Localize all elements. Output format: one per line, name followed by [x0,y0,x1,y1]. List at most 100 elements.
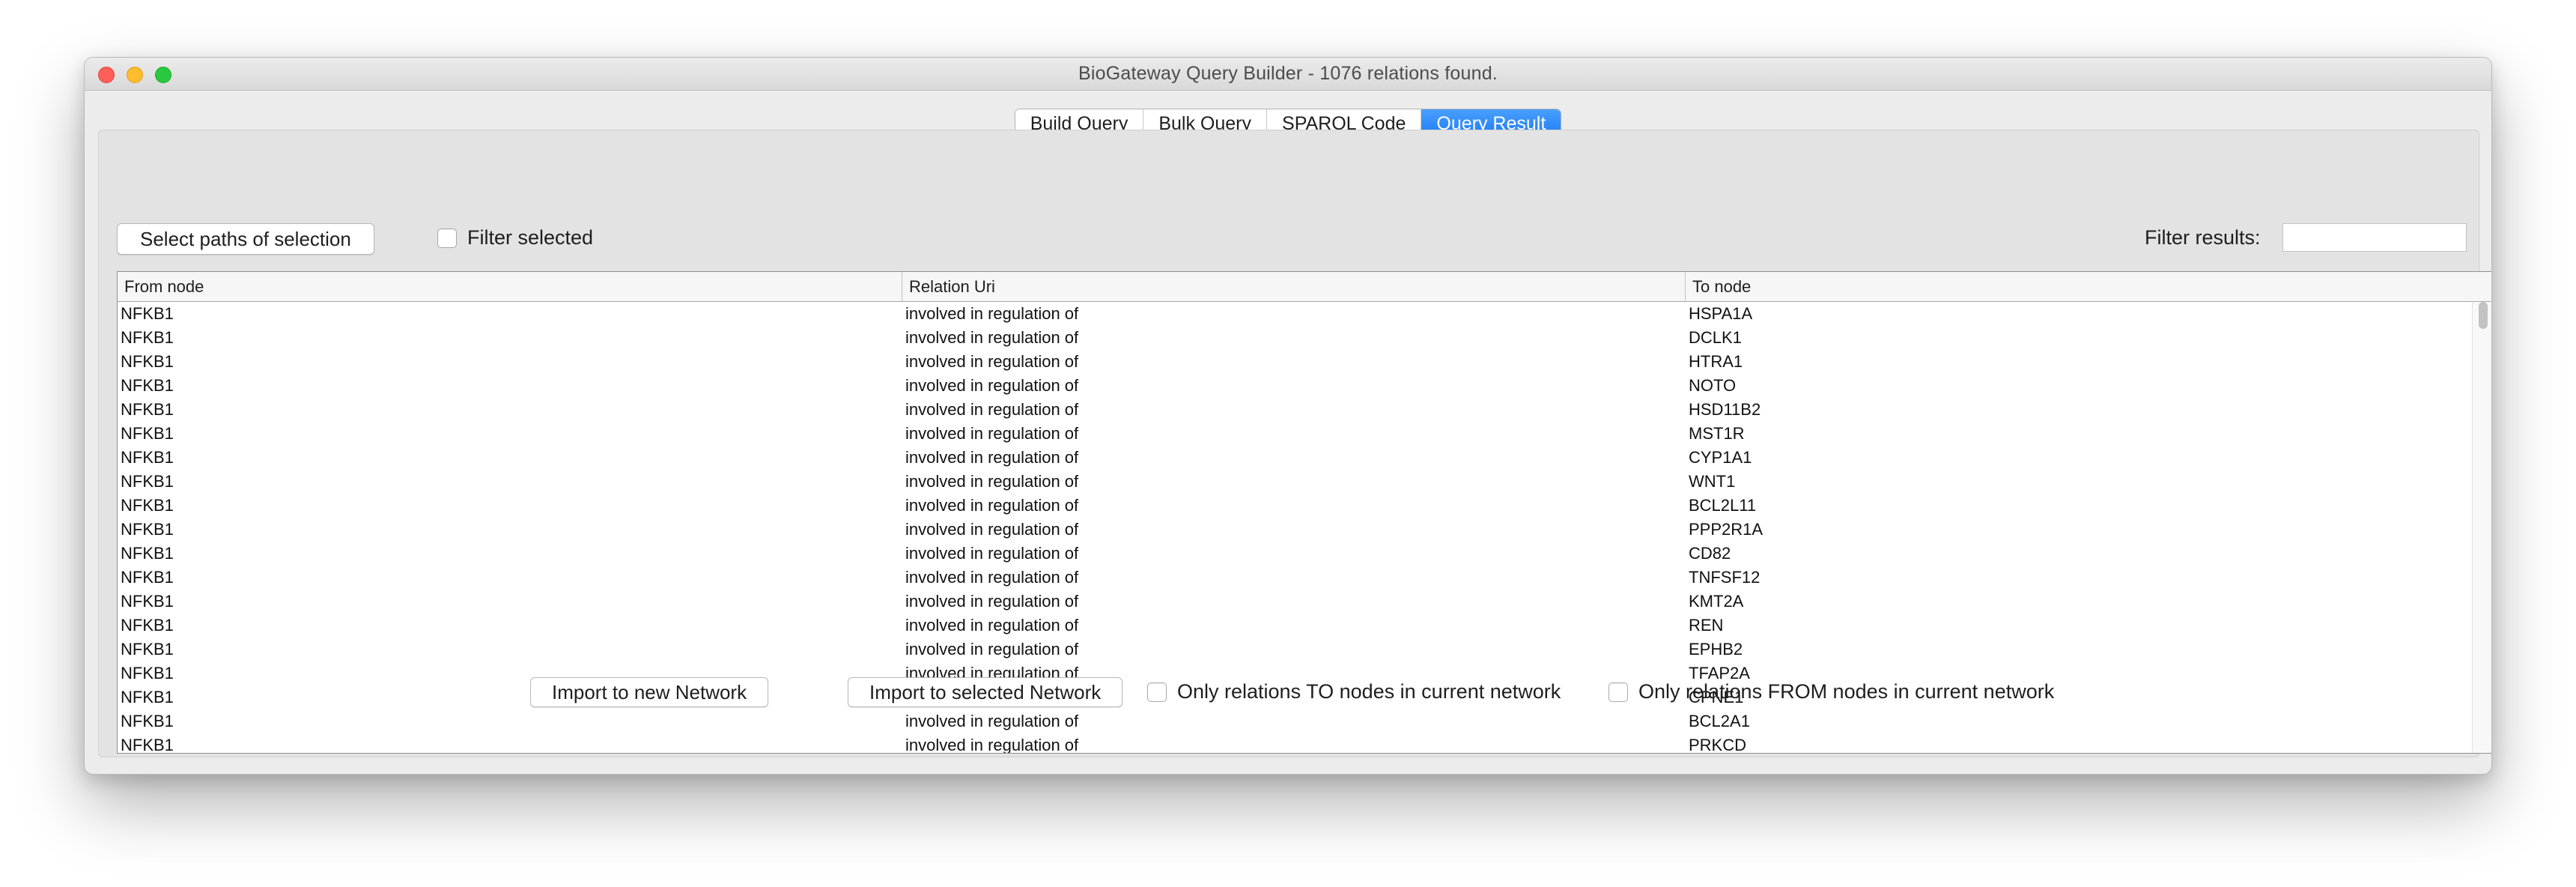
cell-relation-uri: involved in regulation of [905,424,1079,443]
table-row[interactable]: NFKB1 involved in regulation of BCL2L11 [118,494,2473,518]
table-row[interactable]: NFKB1 involved in regulation of EPHB2 [118,638,2473,662]
cell-to-node: HTRA1 [1689,352,1743,371]
cell-to-node: TNFSF12 [1689,568,1761,587]
only-from-nodes-box[interactable] [1609,682,1628,702]
cell-relation-uri: involved in regulation of [905,592,1079,611]
cell-from-node: NFKB1 [121,640,174,659]
cell-relation-uri: involved in regulation of [905,496,1079,515]
vertical-scrollbar[interactable] [2472,302,2491,753]
cell-relation-uri: involved in regulation of [905,328,1079,347]
filter-selected-checkbox[interactable]: Filter selected [437,226,593,249]
cell-relation-uri: involved in regulation of [905,568,1079,587]
cell-from-node: NFKB1 [121,616,174,635]
close-window-button[interactable] [98,67,115,83]
cell-from-node: NFKB1 [121,304,174,323]
cell-to-node: REN [1689,616,1724,635]
import-selected-network-button[interactable]: Import to selected Network [848,677,1123,707]
cell-relation-uri: involved in regulation of [905,472,1079,491]
table-row[interactable]: NFKB1 involved in regulation of CYP1A1 [118,446,2473,470]
cell-to-node: DCLK1 [1689,328,1742,347]
table-row[interactable]: NFKB1 involved in regulation of MST1R [118,422,2473,446]
cell-from-node: NFKB1 [121,400,174,419]
cell-from-node: NFKB1 [121,544,174,563]
minimize-window-button[interactable] [127,67,143,83]
only-from-nodes-checkbox[interactable]: Only relations FROM nodes in current net… [1609,680,2054,703]
cell-to-node: CYP1A1 [1689,448,1752,467]
table-row[interactable]: NFKB1 involved in regulation of TNFSF12 [118,566,2473,590]
cell-to-node: WNT1 [1689,472,1736,491]
import-new-network-button[interactable]: Import to new Network [530,677,769,707]
cell-relation-uri: involved in regulation of [905,640,1079,659]
cell-from-node: NFKB1 [121,376,174,395]
table-row[interactable]: NFKB1 involved in regulation of REN [118,614,2473,638]
cell-from-node: NFKB1 [121,328,174,347]
only-to-nodes-box[interactable] [1147,682,1167,702]
cell-from-node: NFKB1 [121,592,174,611]
cell-from-node: NFKB1 [121,448,174,467]
cell-to-node: MST1R [1689,424,1745,443]
only-from-nodes-label: Only relations FROM nodes in current net… [1638,680,2055,703]
cell-to-node: EPHB2 [1689,640,1743,659]
cell-from-node: NFKB1 [121,496,174,515]
cell-relation-uri: involved in regulation of [905,712,1079,730]
cell-from-node: NFKB1 [121,568,174,587]
cell-to-node: PRKCD [1689,736,1747,754]
only-to-nodes-label: Only relations TO nodes in current netwo… [1177,680,1561,703]
title-bar[interactable]: BioGateway Query Builder - 1076 relation… [85,58,2491,91]
column-header-from-node[interactable]: From node [118,272,902,301]
cell-from-node: NFKB1 [121,712,174,730]
cell-to-node: HSD11B2 [1689,400,1761,419]
cell-from-node: NFKB1 [121,352,174,371]
select-paths-button[interactable]: Select paths of selection [117,223,374,255]
window-controls [98,67,171,83]
scrollbar-thumb[interactable] [2479,302,2488,329]
desktop: BioGateway Query Builder - 1076 relation… [0,0,2576,887]
cell-relation-uri: involved in regulation of [905,544,1079,563]
cell-relation-uri: involved in regulation of [905,520,1079,539]
query-builder-window: BioGateway Query Builder - 1076 relation… [84,57,2492,775]
only-to-nodes-checkbox[interactable]: Only relations TO nodes in current netwo… [1147,680,1561,703]
cell-to-node: NOTO [1689,376,1737,395]
cell-from-node: NFKB1 [121,424,174,443]
cell-relation-uri: involved in regulation of [905,448,1079,467]
cell-relation-uri: involved in regulation of [905,616,1079,635]
filter-selected-label: Filter selected [467,226,594,249]
table-row[interactable]: NFKB1 involved in regulation of BCL2A1 [118,709,2473,733]
table-row[interactable]: NFKB1 involved in regulation of HTRA1 [118,350,2473,374]
cell-to-node: HSPA1A [1689,304,1753,323]
header-corner [2472,272,2491,302]
table-row[interactable]: NFKB1 involved in regulation of KMT2A [118,590,2473,614]
table-row[interactable]: NFKB1 involved in regulation of WNT1 [118,470,2473,494]
cell-relation-uri: involved in regulation of [905,376,1079,395]
cell-relation-uri: involved in regulation of [905,400,1079,419]
cell-to-node: KMT2A [1689,592,1744,611]
table-row[interactable]: NFKB1 involved in regulation of NOTO [118,374,2473,398]
cell-relation-uri: involved in regulation of [905,736,1079,754]
cell-to-node: CD82 [1689,544,1731,563]
filter-results-input[interactable] [2282,223,2467,252]
cell-to-node: PPP2R1A [1689,520,1764,539]
cell-from-node: NFKB1 [121,664,174,682]
column-header-to-node[interactable]: To node [1686,272,2473,301]
cell-from-node: NFKB1 [121,472,174,491]
filter-results-label: Filter results: [2145,226,2261,249]
table-row[interactable]: NFKB1 involved in regulation of PRKCD [118,733,2473,754]
table-row[interactable]: NFKB1 involved in regulation of CD82 [118,542,2473,566]
cell-relation-uri: involved in regulation of [905,352,1079,371]
table-header: From node Relation Uri To node [118,272,2473,302]
filter-selected-box[interactable] [437,228,457,248]
cell-to-node: BCL2L11 [1689,496,1757,515]
table-row[interactable]: NFKB1 involved in regulation of DCLK1 [118,326,2473,350]
table-row[interactable]: NFKB1 involved in regulation of PPP2R1A [118,518,2473,542]
cell-from-node: NFKB1 [121,736,174,754]
zoom-window-button[interactable] [155,67,171,83]
window-title: BioGateway Query Builder - 1076 relation… [1078,63,1498,84]
cell-from-node: NFKB1 [121,520,174,539]
cell-from-node: NFKB1 [121,688,174,706]
table-row[interactable]: NFKB1 involved in regulation of HSD11B2 [118,398,2473,422]
cell-relation-uri: involved in regulation of [905,304,1079,323]
column-header-relation-uri[interactable]: Relation Uri [902,272,1686,301]
cell-to-node: BCL2A1 [1689,712,1750,730]
query-result-panel: Select paths of selection Filter selecte… [98,130,2491,757]
table-row[interactable]: NFKB1 involved in regulation of HSPA1A [118,302,2473,326]
